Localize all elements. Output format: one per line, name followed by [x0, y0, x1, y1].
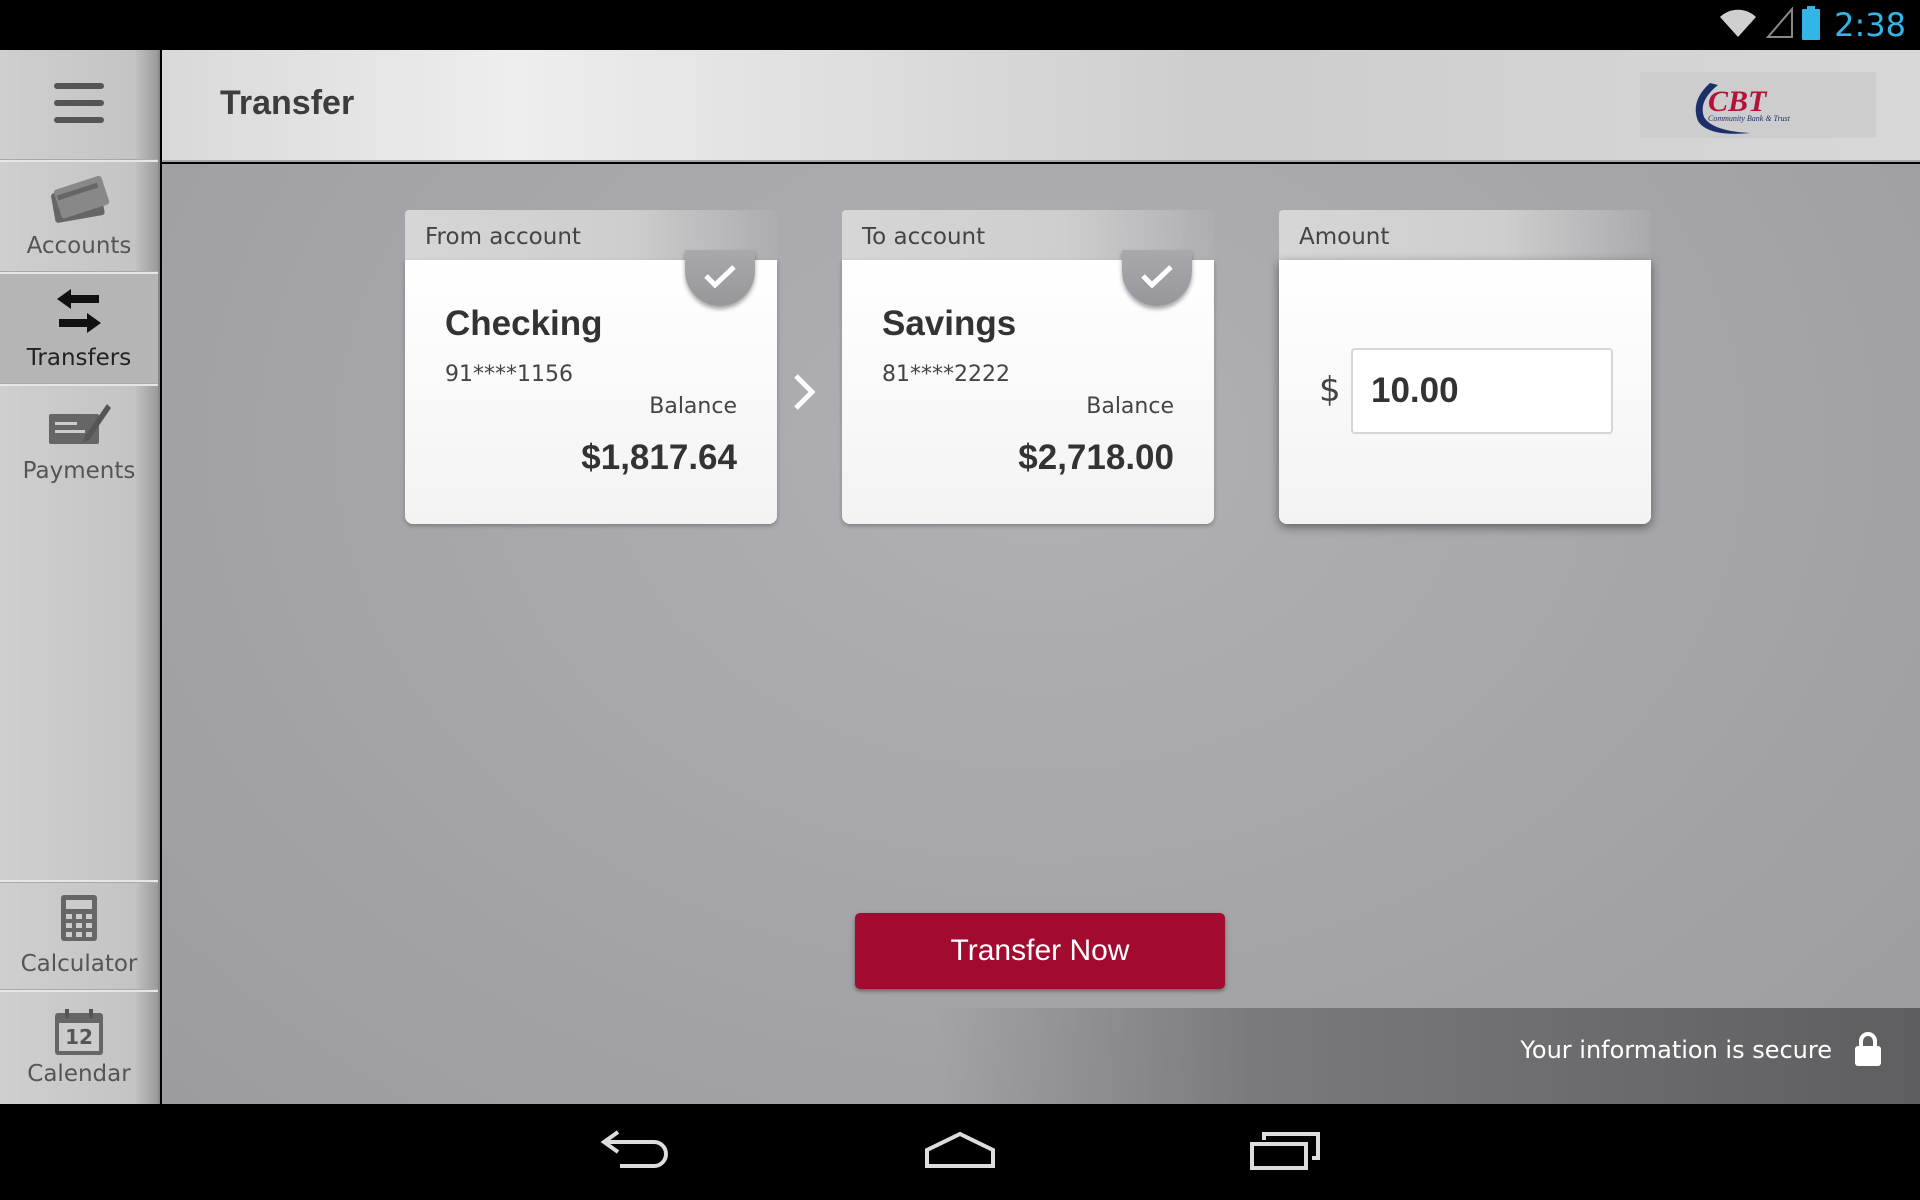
wifi-icon	[1718, 7, 1758, 43]
menu-button[interactable]	[0, 50, 158, 162]
transfer-now-button[interactable]: Transfer Now	[855, 913, 1225, 989]
calendar-day: 12	[65, 1025, 93, 1049]
status-icons: 2:38	[1718, 6, 1906, 44]
bank-logo: CBT Community Bank & Trust	[1640, 72, 1876, 138]
to-account-number: 81****2222	[882, 362, 1010, 387]
hamburger-menu-icon	[54, 81, 104, 129]
security-footer: Your information is secure	[162, 1008, 1920, 1104]
check-pen-icon	[47, 400, 111, 452]
amount-tab: Amount	[1279, 210, 1651, 260]
status-bar: 2:38	[0, 0, 1920, 50]
home-icon	[923, 1130, 997, 1174]
from-account-number: 91****1156	[445, 362, 573, 387]
sidebar-item-transfers[interactable]: Transfers	[0, 274, 158, 386]
amount-card: $	[1279, 260, 1651, 524]
sidebar-item-accounts[interactable]: Accounts	[0, 162, 158, 274]
sidebar-item-label: Accounts	[26, 233, 132, 259]
app-header: Transfer CBT Community Bank & Trust	[162, 50, 1920, 162]
page-title: Transfer	[220, 84, 355, 122]
sidebar-item-calendar[interactable]: 12 Calendar	[0, 992, 158, 1104]
secure-message: Your information is secure	[1520, 1036, 1832, 1064]
system-nav-bar	[0, 1104, 1920, 1200]
home-button[interactable]	[915, 1126, 1005, 1178]
checkmark-icon	[1140, 263, 1174, 293]
battery-icon	[1802, 6, 1821, 44]
to-account-balance: $2,718.00	[1018, 438, 1174, 477]
recent-apps-button[interactable]	[1240, 1126, 1330, 1178]
to-account-selected-badge	[1122, 250, 1192, 306]
sidebar-item-label: Calculator	[20, 951, 138, 977]
from-account-selected-badge	[685, 250, 755, 306]
from-account-card[interactable]: Checking 91****1156 Balance $1,817.64	[405, 250, 777, 524]
from-account-name: Checking	[445, 304, 603, 343]
status-time: 2:38	[1834, 6, 1906, 44]
transfer-arrows-icon	[55, 287, 103, 339]
cell-signal-icon	[1765, 6, 1794, 43]
to-account-card[interactable]: Savings 81****2222 Balance $2,718.00	[842, 250, 1214, 524]
lock-icon	[1854, 1032, 1882, 1070]
sidebar-item-payments[interactable]: Payments	[0, 386, 158, 498]
checkmark-icon	[703, 263, 737, 293]
sidebar-item-label: Transfers	[26, 345, 132, 371]
sidebar-item-label: Calendar	[27, 1061, 131, 1087]
back-arrow-icon	[600, 1130, 670, 1174]
calculator-icon	[61, 895, 97, 945]
sidebar: Accounts Transfers Payments Calculator 1…	[0, 50, 160, 1104]
sidebar-item-calculator[interactable]: Calculator	[0, 880, 158, 992]
to-account-balance-label: Balance	[1086, 394, 1174, 419]
back-button[interactable]	[590, 1126, 680, 1178]
calendar-icon: 12	[55, 1009, 103, 1055]
to-account-name: Savings	[882, 304, 1017, 343]
from-account-balance: $1,817.64	[581, 438, 737, 477]
from-account-panel: From account Checking 91****1156 Balance…	[405, 210, 777, 524]
to-account-panel: To account Savings 81****2222 Balance $2…	[842, 210, 1214, 524]
currency-symbol: $	[1319, 370, 1341, 410]
from-account-balance-label: Balance	[649, 394, 737, 419]
amount-input[interactable]	[1351, 348, 1613, 434]
svg-text:Community Bank & Trust: Community Bank & Trust	[1708, 114, 1791, 123]
transfer-content: From account Checking 91****1156 Balance…	[162, 164, 1920, 1104]
chevron-right-icon	[792, 372, 816, 416]
credit-card-icon	[49, 175, 110, 227]
amount-panel: Amount $	[1279, 210, 1651, 524]
recent-apps-icon	[1250, 1130, 1320, 1174]
sidebar-item-label: Payments	[22, 458, 136, 484]
